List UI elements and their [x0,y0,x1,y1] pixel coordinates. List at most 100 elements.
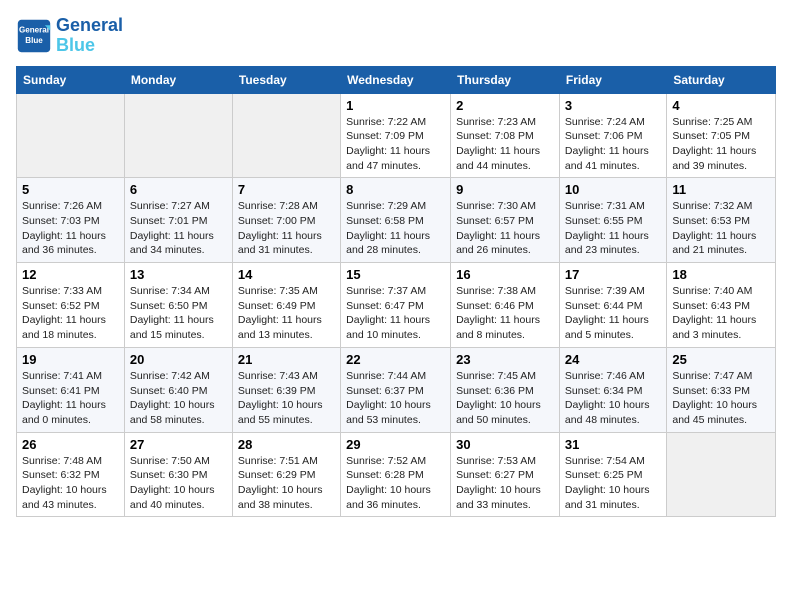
day-info: Sunrise: 7:31 AMSunset: 6:55 PMDaylight:… [565,199,661,258]
calendar-header-row: SundayMondayTuesdayWednesdayThursdayFrid… [17,66,776,93]
calendar-cell: 28 Sunrise: 7:51 AMSunset: 6:29 PMDayligh… [232,432,340,517]
day-info: Sunrise: 7:53 AMSunset: 6:27 PMDaylight:… [456,454,554,513]
day-info: Sunrise: 7:35 AMSunset: 6:49 PMDaylight:… [238,284,335,343]
day-number: 12 [22,267,119,282]
calendar-cell: 5 Sunrise: 7:26 AMSunset: 7:03 PMDaylight… [17,178,125,263]
day-info: Sunrise: 7:50 AMSunset: 6:30 PMDaylight:… [130,454,227,513]
day-number: 22 [346,352,445,367]
day-info: Sunrise: 7:40 AMSunset: 6:43 PMDaylight:… [672,284,770,343]
logo-text: General Blue [56,16,123,56]
calendar-cell [17,93,125,178]
day-number: 31 [565,437,661,452]
logo: General Blue General Blue [16,16,123,56]
day-number: 21 [238,352,335,367]
calendar-cell: 16 Sunrise: 7:38 AMSunset: 6:46 PMDayligh… [451,263,560,348]
logo-icon: General Blue [16,18,52,54]
day-info: Sunrise: 7:43 AMSunset: 6:39 PMDaylight:… [238,369,335,428]
calendar-cell: 20 Sunrise: 7:42 AMSunset: 6:40 PMDayligh… [124,347,232,432]
calendar-cell: 3Sunrise: 7:24 AMSunset: 7:06 PMDaylight… [559,93,666,178]
day-info: Sunrise: 7:33 AMSunset: 6:52 PMDaylight:… [22,284,119,343]
day-info: Sunrise: 7:42 AMSunset: 6:40 PMDaylight:… [130,369,227,428]
day-number: 11 [672,182,770,197]
day-number: 7 [238,182,335,197]
day-info: Sunrise: 7:54 AMSunset: 6:25 PMDaylight:… [565,454,661,513]
day-number: 14 [238,267,335,282]
day-info: Sunrise: 7:37 AMSunset: 6:47 PMDaylight:… [346,284,445,343]
svg-text:Blue: Blue [25,36,43,45]
calendar-cell: 6Sunrise: 7:27 AMSunset: 7:01 PMDaylight… [124,178,232,263]
day-info: Sunrise: 7:46 AMSunset: 6:34 PMDaylight:… [565,369,661,428]
calendar-cell: 24 Sunrise: 7:46 AMSunset: 6:34 PMDayligh… [559,347,666,432]
page-header: General Blue General Blue [16,16,776,56]
calendar-cell: 13Sunrise: 7:34 AMSunset: 6:50 PMDayligh… [124,263,232,348]
header-tuesday: Tuesday [232,66,340,93]
day-number: 19 [22,352,119,367]
calendar-cell [232,93,340,178]
day-info: Sunrise: 7:45 AMSunset: 6:36 PMDaylight:… [456,369,554,428]
header-thursday: Thursday [451,66,560,93]
day-number: 18 [672,267,770,282]
calendar-cell: 11Sunrise: 7:32 AMSunset: 6:53 PMDayligh… [667,178,776,263]
calendar-cell: 12 Sunrise: 7:33 AMSunset: 6:52 PMDayligh… [17,263,125,348]
header-monday: Monday [124,66,232,93]
calendar-week-1: 1Sunrise: 7:22 AMSunset: 7:09 PMDaylight… [17,93,776,178]
calendar-cell [124,93,232,178]
day-number: 9 [456,182,554,197]
calendar-cell: 7Sunrise: 7:28 AMSunset: 7:00 PMDaylight… [232,178,340,263]
day-number: 5 [22,182,119,197]
day-number: 27 [130,437,227,452]
header-saturday: Saturday [667,66,776,93]
calendar-week-5: 26 Sunrise: 7:48 AMSunset: 6:32 PMDayligh… [17,432,776,517]
day-info: Sunrise: 7:30 AMSunset: 6:57 PMDaylight:… [456,199,554,258]
svg-text:General: General [19,25,49,34]
day-number: 20 [130,352,227,367]
header-friday: Friday [559,66,666,93]
calendar-cell: 23Sunrise: 7:45 AMSunset: 6:36 PMDayligh… [451,347,560,432]
day-number: 15 [346,267,445,282]
calendar-cell: 14 Sunrise: 7:35 AMSunset: 6:49 PMDayligh… [232,263,340,348]
day-info: Sunrise: 7:23 AMSunset: 7:08 PMDaylight:… [456,115,554,174]
calendar-cell: 17 Sunrise: 7:39 AMSunset: 6:44 PMDayligh… [559,263,666,348]
day-number: 25 [672,352,770,367]
day-info: Sunrise: 7:29 AMSunset: 6:58 PMDaylight:… [346,199,445,258]
day-number: 1 [346,98,445,113]
day-info: Sunrise: 7:26 AMSunset: 7:03 PMDaylight:… [22,199,119,258]
day-number: 8 [346,182,445,197]
day-info: Sunrise: 7:34 AMSunset: 6:50 PMDaylight:… [130,284,227,343]
day-number: 17 [565,267,661,282]
header-sunday: Sunday [17,66,125,93]
day-number: 3 [565,98,661,113]
header-wednesday: Wednesday [341,66,451,93]
day-info: Sunrise: 7:41 AMSunset: 6:41 PMDaylight:… [22,369,119,428]
calendar-cell: 27 Sunrise: 7:50 AMSunset: 6:30 PMDayligh… [124,432,232,517]
calendar-cell: 21 Sunrise: 7:43 AMSunset: 6:39 PMDayligh… [232,347,340,432]
calendar-cell: 29 Sunrise: 7:52 AMSunset: 6:28 PMDayligh… [341,432,451,517]
day-info: Sunrise: 7:44 AMSunset: 6:37 PMDaylight:… [346,369,445,428]
calendar-cell: 4 Sunrise: 7:25 AMSunset: 7:05 PMDaylight… [667,93,776,178]
day-info: Sunrise: 7:25 AMSunset: 7:05 PMDaylight:… [672,115,770,174]
day-info: Sunrise: 7:39 AMSunset: 6:44 PMDaylight:… [565,284,661,343]
day-number: 26 [22,437,119,452]
day-info: Sunrise: 7:51 AMSunset: 6:29 PMDaylight:… [238,454,335,513]
day-number: 29 [346,437,445,452]
day-number: 28 [238,437,335,452]
day-number: 4 [672,98,770,113]
calendar-cell: 22 Sunrise: 7:44 AMSunset: 6:37 PMDayligh… [341,347,451,432]
calendar-cell: 30 Sunrise: 7:53 AMSunset: 6:27 PMDayligh… [451,432,560,517]
day-number: 24 [565,352,661,367]
calendar-cell: 15 Sunrise: 7:37 AMSunset: 6:47 PMDayligh… [341,263,451,348]
day-info: Sunrise: 7:52 AMSunset: 6:28 PMDaylight:… [346,454,445,513]
day-number: 16 [456,267,554,282]
calendar-cell: 25Sunrise: 7:47 AMSunset: 6:33 PMDayligh… [667,347,776,432]
calendar-cell: 31 Sunrise: 7:54 AMSunset: 6:25 PMDayligh… [559,432,666,517]
day-info: Sunrise: 7:48 AMSunset: 6:32 PMDaylight:… [22,454,119,513]
calendar-cell: 19 Sunrise: 7:41 AMSunset: 6:41 PMDayligh… [17,347,125,432]
calendar-cell: 1Sunrise: 7:22 AMSunset: 7:09 PMDaylight… [341,93,451,178]
day-info: Sunrise: 7:38 AMSunset: 6:46 PMDaylight:… [456,284,554,343]
day-number: 30 [456,437,554,452]
calendar-cell: 8 Sunrise: 7:29 AMSunset: 6:58 PMDaylight… [341,178,451,263]
calendar-cell: 26 Sunrise: 7:48 AMSunset: 6:32 PMDayligh… [17,432,125,517]
calendar-cell [667,432,776,517]
calendar-week-2: 5 Sunrise: 7:26 AMSunset: 7:03 PMDaylight… [17,178,776,263]
calendar-cell: 18 Sunrise: 7:40 AMSunset: 6:43 PMDayligh… [667,263,776,348]
